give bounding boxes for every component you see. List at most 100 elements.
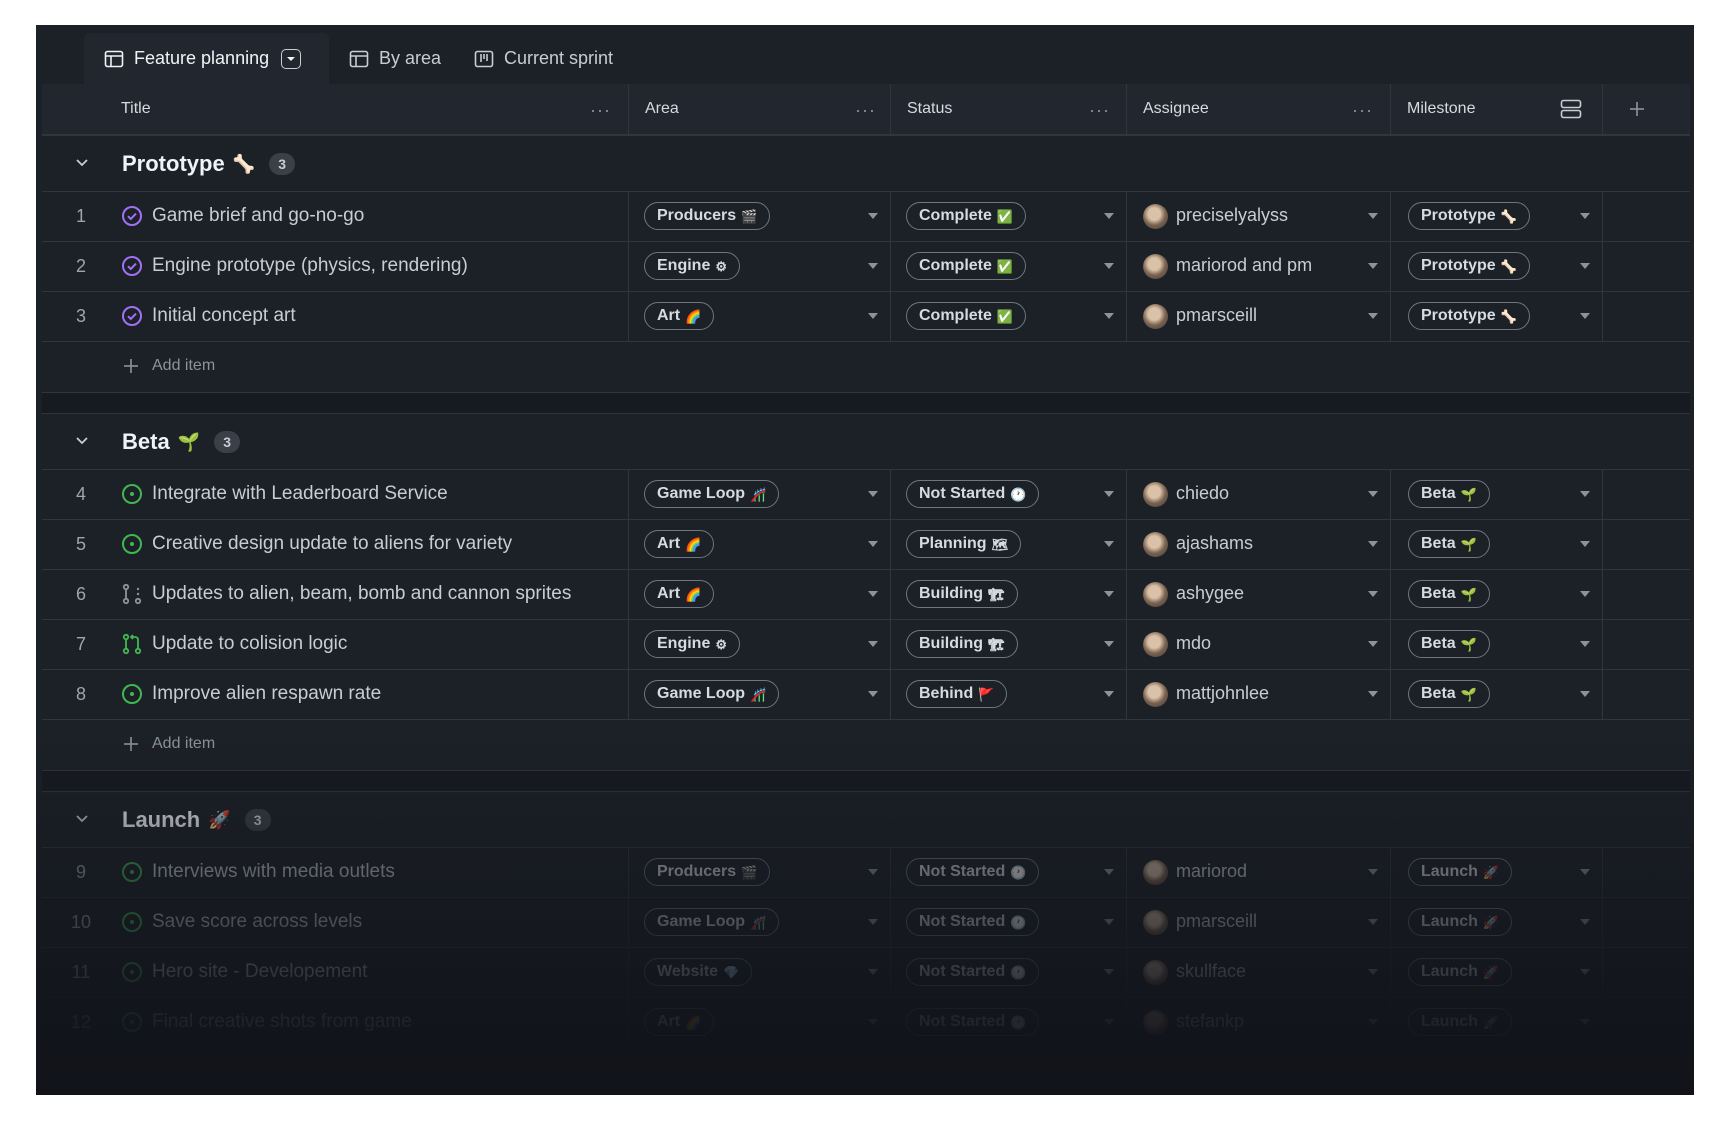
tab-by-area[interactable]: By area: [329, 33, 461, 84]
item-title-link[interactable]: Game brief and go-no-go: [152, 205, 364, 227]
item-title-link[interactable]: Final creative shots from game: [152, 1011, 412, 1033]
column-header-assignee[interactable]: Assignee: [1126, 84, 1390, 134]
area-dropdown-icon[interactable]: [868, 969, 878, 975]
assignee-dropdown-icon[interactable]: [1368, 491, 1378, 497]
item-title-link[interactable]: Updates to alien, beam, bomb and cannon …: [152, 583, 571, 605]
milestone-dropdown-icon[interactable]: [1580, 591, 1590, 597]
layout-icon[interactable]: [1560, 98, 1582, 120]
table-row[interactable]: 1 Game brief and go-no-go Producers 🎬 Comple…: [42, 192, 1690, 242]
area-dropdown-icon[interactable]: [868, 541, 878, 547]
item-title-link[interactable]: Update to colision logic: [152, 633, 347, 655]
status-dropdown-icon[interactable]: [1104, 213, 1114, 219]
milestone-dropdown-icon[interactable]: [1580, 263, 1590, 269]
area-dropdown-icon[interactable]: [868, 213, 878, 219]
status-pill[interactable]: Not Started 🕐: [906, 908, 1040, 936]
status-pill[interactable]: Not Started 🕐: [906, 858, 1040, 886]
area-pill[interactable]: Game Loop 🎢: [644, 480, 780, 508]
area-pill[interactable]: Website 💎: [644, 958, 753, 986]
assignee-dropdown-icon[interactable]: [1368, 591, 1378, 597]
column-menu-icon[interactable]: ···: [1089, 100, 1110, 121]
status-pill[interactable]: Not Started 🕐: [906, 480, 1040, 508]
status-pill[interactable]: Complete ✅: [906, 302, 1027, 330]
area-pill[interactable]: Engine ⚙: [644, 630, 740, 658]
milestone-pill[interactable]: Launch 🚀: [1408, 958, 1513, 986]
status-pill[interactable]: Complete ✅: [906, 202, 1027, 230]
group-header[interactable]: Prototype 🦴 3: [42, 136, 1690, 192]
table-row[interactable]: 12 Final creative shots from game Art 🌈 Not …: [42, 998, 1690, 1048]
item-title-link[interactable]: Creative design update to aliens for var…: [152, 533, 512, 555]
status-dropdown-icon[interactable]: [1104, 1019, 1114, 1025]
table-row[interactable]: 6 Updates to alien, beam, bomb and cannon…: [42, 570, 1690, 620]
item-title-link[interactable]: Engine prototype (physics, rendering): [152, 255, 468, 277]
area-dropdown-icon[interactable]: [868, 591, 878, 597]
table-row[interactable]: 8 Improve alien respawn rate Game Loop 🎢 Beh…: [42, 670, 1690, 720]
item-title-link[interactable]: Hero site - Developement: [152, 961, 367, 983]
area-dropdown-icon[interactable]: [868, 313, 878, 319]
chevron-down-icon[interactable]: [74, 810, 90, 826]
area-pill[interactable]: Art 🌈: [644, 530, 715, 558]
status-pill[interactable]: Complete ✅: [906, 252, 1027, 280]
status-dropdown-icon[interactable]: [1104, 591, 1114, 597]
milestone-dropdown-icon[interactable]: [1580, 313, 1590, 319]
item-title-link[interactable]: Improve alien respawn rate: [152, 683, 381, 705]
assignee-dropdown-icon[interactable]: [1368, 869, 1378, 875]
status-pill[interactable]: Not Started 🕐: [906, 958, 1040, 986]
status-dropdown-icon[interactable]: [1104, 691, 1114, 697]
milestone-pill[interactable]: Prototype 🦴: [1408, 252, 1530, 280]
milestone-dropdown-icon[interactable]: [1580, 1019, 1590, 1025]
area-pill[interactable]: Art 🌈: [644, 580, 715, 608]
status-dropdown-icon[interactable]: [1104, 869, 1114, 875]
assignee-dropdown-icon[interactable]: [1368, 691, 1378, 697]
tab-current-sprint[interactable]: Current sprint: [454, 33, 633, 84]
assignee-dropdown-icon[interactable]: [1368, 263, 1378, 269]
area-dropdown-icon[interactable]: [868, 491, 878, 497]
view-options-button[interactable]: [281, 48, 302, 69]
table-row[interactable]: 4 Integrate with Leaderboard Service Game …: [42, 470, 1690, 520]
milestone-pill[interactable]: Prototype 🦴: [1408, 202, 1530, 230]
column-menu-icon[interactable]: ···: [1352, 100, 1373, 121]
chevron-down-icon[interactable]: [74, 432, 90, 448]
milestone-pill[interactable]: Launch 🚀: [1408, 1008, 1513, 1036]
status-pill[interactable]: Building 🏗: [906, 630, 1018, 658]
status-dropdown-icon[interactable]: [1104, 541, 1114, 547]
area-pill[interactable]: Art 🌈: [644, 1008, 715, 1036]
milestone-dropdown-icon[interactable]: [1580, 491, 1590, 497]
table-row[interactable]: 3 Initial concept art Art 🌈 Complete ✅ pmarsce…: [42, 292, 1690, 342]
milestone-pill[interactable]: Launch 🚀: [1408, 908, 1513, 936]
assignee-dropdown-icon[interactable]: [1368, 641, 1378, 647]
column-header-area[interactable]: Area: [628, 84, 890, 134]
assignee-dropdown-icon[interactable]: [1368, 313, 1378, 319]
table-row[interactable]: 11 Hero site - Developement Website 💎 Not St…: [42, 948, 1690, 998]
status-dropdown-icon[interactable]: [1104, 263, 1114, 269]
status-dropdown-icon[interactable]: [1104, 491, 1114, 497]
column-menu-icon[interactable]: ···: [855, 100, 876, 121]
area-pill[interactable]: Producers 🎬: [644, 858, 771, 886]
milestone-dropdown-icon[interactable]: [1580, 213, 1590, 219]
status-pill[interactable]: Behind 🚩: [906, 680, 1008, 708]
add-item-row[interactable]: Add item: [42, 342, 1690, 393]
area-pill[interactable]: Producers 🎬: [644, 202, 771, 230]
area-dropdown-icon[interactable]: [868, 263, 878, 269]
table-row[interactable]: 5 Creative design update to aliens for va…: [42, 520, 1690, 570]
milestone-pill[interactable]: Beta 🌱: [1408, 480, 1490, 508]
column-header-title[interactable]: Title: [104, 84, 634, 134]
area-dropdown-icon[interactable]: [868, 869, 878, 875]
chevron-down-icon[interactable]: [74, 154, 90, 170]
add-column-icon[interactable]: [1627, 99, 1647, 119]
status-pill[interactable]: Not Started 🕐: [906, 1008, 1040, 1036]
status-pill[interactable]: Building 🏗: [906, 580, 1018, 608]
area-dropdown-icon[interactable]: [868, 919, 878, 925]
item-title-link[interactable]: Integrate with Leaderboard Service: [152, 483, 448, 505]
milestone-pill[interactable]: Beta 🌱: [1408, 630, 1490, 658]
table-row[interactable]: 10 Save score across levels Game Loop 🎢 Not …: [42, 898, 1690, 948]
milestone-dropdown-icon[interactable]: [1580, 919, 1590, 925]
column-menu-icon[interactable]: ···: [590, 100, 611, 121]
add-item-row[interactable]: Add item: [42, 720, 1690, 771]
milestone-dropdown-icon[interactable]: [1580, 691, 1590, 697]
item-title-link[interactable]: Interviews with media outlets: [152, 861, 395, 883]
tab-feature-planning[interactable]: Feature planning: [84, 33, 329, 84]
milestone-dropdown-icon[interactable]: [1580, 541, 1590, 547]
milestone-dropdown-icon[interactable]: [1580, 641, 1590, 647]
milestone-pill[interactable]: Prototype 🦴: [1408, 302, 1530, 330]
table-row[interactable]: 2 Engine prototype (physics, rendering) En…: [42, 242, 1690, 292]
